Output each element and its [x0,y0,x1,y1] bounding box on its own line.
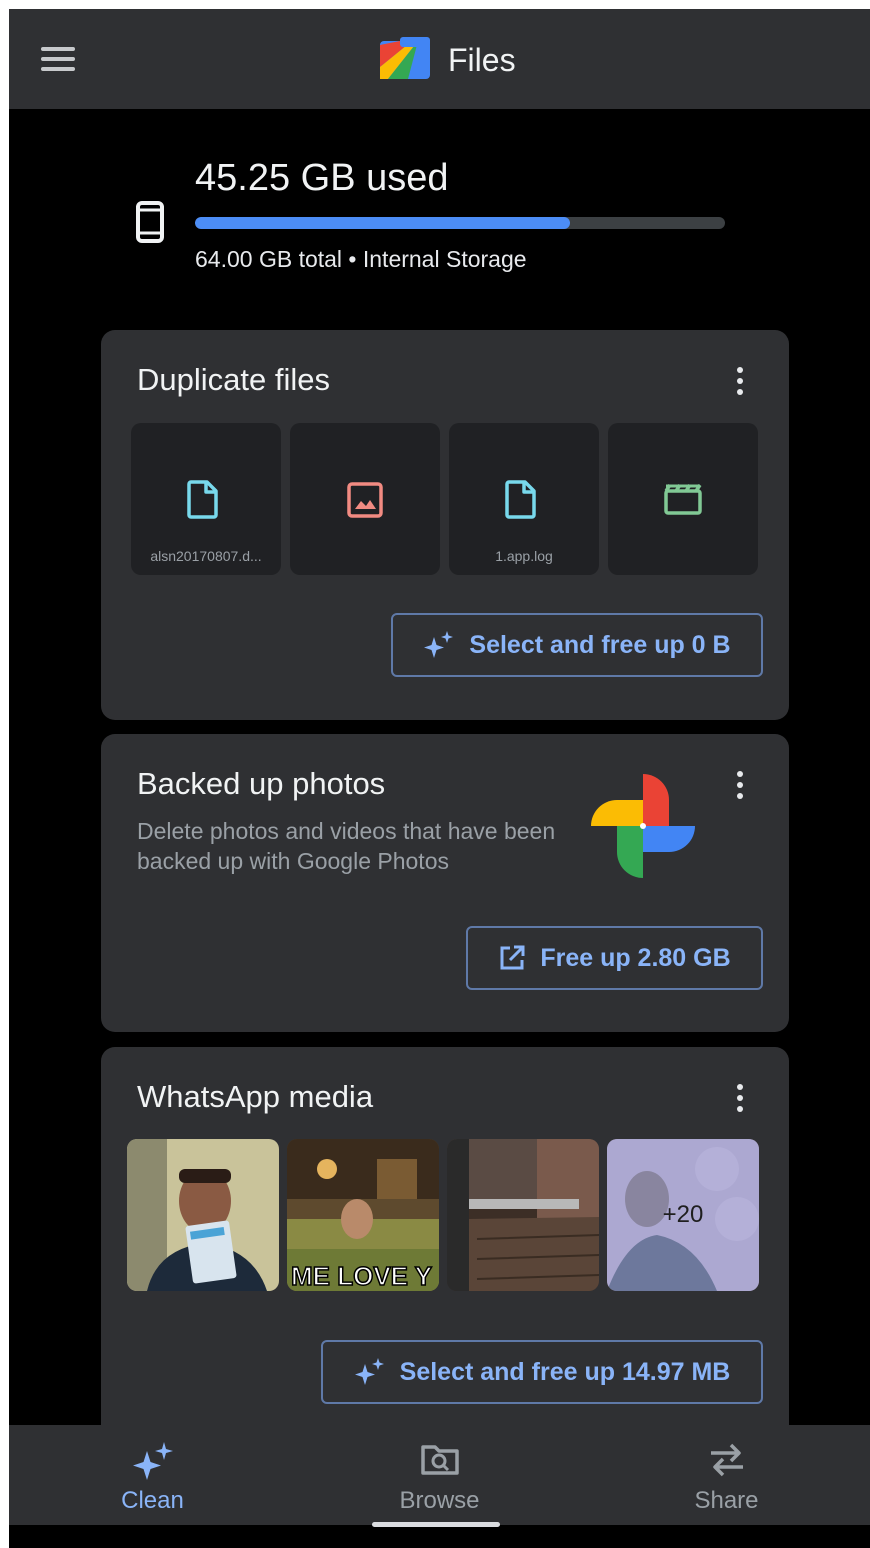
select-and-free-up-whatsapp-button[interactable]: Select and free up 14.97 MB [321,1340,763,1404]
whatsapp-media-thumbnail[interactable] [127,1139,279,1291]
menu-icon-line [41,47,75,51]
free-up-backed-up-photos-button[interactable]: Free up 2.80 GB [466,926,763,990]
nav-clean-label: Clean [121,1487,184,1514]
duplicate-file-name: alsn20170807.d... [150,548,262,564]
duplicate-file-name: 1.app.log [495,548,553,564]
whatsapp-media-title: WhatsApp media [137,1079,374,1114]
document-icon [187,480,218,519]
menu-icon-line [41,67,75,71]
phone-device-icon [136,201,164,243]
room-photo-image [447,1139,599,1291]
meme-caption: ME LOVE Y [291,1261,432,1291]
more-vert-icon-dot [737,793,743,799]
backed-up-photos-title: Backed up photos [137,766,386,801]
open-in-new-icon [500,945,525,970]
more-vert-icon-dot [737,1106,743,1112]
image-icon [347,482,383,518]
meme-photo-image: ME LOVE Y [287,1139,439,1291]
select-and-free-up-label: Select and free up 14.97 MB [399,1357,731,1386]
nav-share[interactable]: Share [583,1425,870,1525]
select-and-free-up-label: Select and free up 0 B [469,630,731,659]
sparkle-icon [424,631,454,658]
more-media-count: +20 [607,1139,759,1291]
storage-meta-text: 64.00 GB total • Internal Storage [195,246,527,272]
more-vert-icon-dot [737,782,743,788]
files-logo-icon [380,37,430,79]
storage-used-text: 45.25 GB used [195,157,449,199]
more-vert-icon-dot [737,367,743,373]
more-vert-icon-dot [737,378,743,384]
sparkle-icon [132,1442,173,1480]
whatsapp-media-thumbnail[interactable]: ME LOVE Y [287,1139,439,1291]
backed-up-photos-description: Delete photos and videos that have been … [137,818,556,874]
more-vert-icon-dot [737,771,743,777]
nav-clean[interactable]: Clean [9,1425,296,1525]
storage-progress-fill [195,217,570,229]
bottom-navigation: Clean Browse Share [9,1425,870,1525]
google-photos-icon [591,774,695,878]
nav-share-label: Share [694,1487,759,1514]
whatsapp-media-thumbnail[interactable] [447,1139,599,1291]
menu-button[interactable] [37,41,81,77]
sparkle-icon [354,1358,384,1385]
storage-progress-bar [195,217,725,229]
duplicate-file-tile[interactable] [608,423,758,575]
free-up-label: Free up 2.80 GB [540,943,731,972]
swap-arrows-icon [710,1443,743,1477]
nav-browse-label: Browse [399,1487,480,1514]
menu-icon-line [41,57,75,61]
duplicate-files-grid: alsn20170807.d... 1.app.log [131,423,767,575]
select-and-free-up-duplicates-button[interactable]: Select and free up 0 B [391,613,763,677]
more-vert-icon-dot [737,1084,743,1090]
duplicate-file-tile[interactable] [290,423,440,575]
gesture-bar [372,1522,500,1527]
duplicate-files-title: Duplicate files [137,362,330,397]
duplicate-files-more-button[interactable] [725,361,755,401]
document-icon [505,480,536,519]
video-icon [664,484,702,515]
app-brand: Files [378,37,516,83]
phone-screen: Files 45.25 GB used 64.00 GB total • Int… [9,9,870,1548]
app-title: Files [448,41,516,78]
person-photo-image [127,1139,279,1291]
duplicate-files-card: Duplicate files alsn20170807.d... 1.app.… [101,330,789,720]
backed-up-photos-more-button[interactable] [725,765,755,805]
whatsapp-media-strip: ME LOVE Y +20 [127,1139,767,1291]
storage-summary[interactable]: 45.25 GB used 64.00 GB total • Internal … [9,109,870,324]
backed-up-photos-card: Backed up photos Delete photos and video… [101,734,789,1032]
whatsapp-media-more-button[interactable] [725,1078,755,1118]
more-vert-icon-dot [737,389,743,395]
duplicate-file-tile[interactable]: alsn20170807.d... [131,423,281,575]
more-vert-icon-dot [737,1095,743,1101]
nav-browse[interactable]: Browse [296,1425,583,1525]
whatsapp-media-more-thumbnail[interactable]: +20 [607,1139,759,1291]
whatsapp-media-card: WhatsApp media ME LOVE Y +20 Select and … [101,1047,789,1447]
duplicate-file-tile[interactable]: 1.app.log [449,423,599,575]
folder-search-icon [420,1445,459,1475]
top-app-bar: Files [9,9,870,109]
